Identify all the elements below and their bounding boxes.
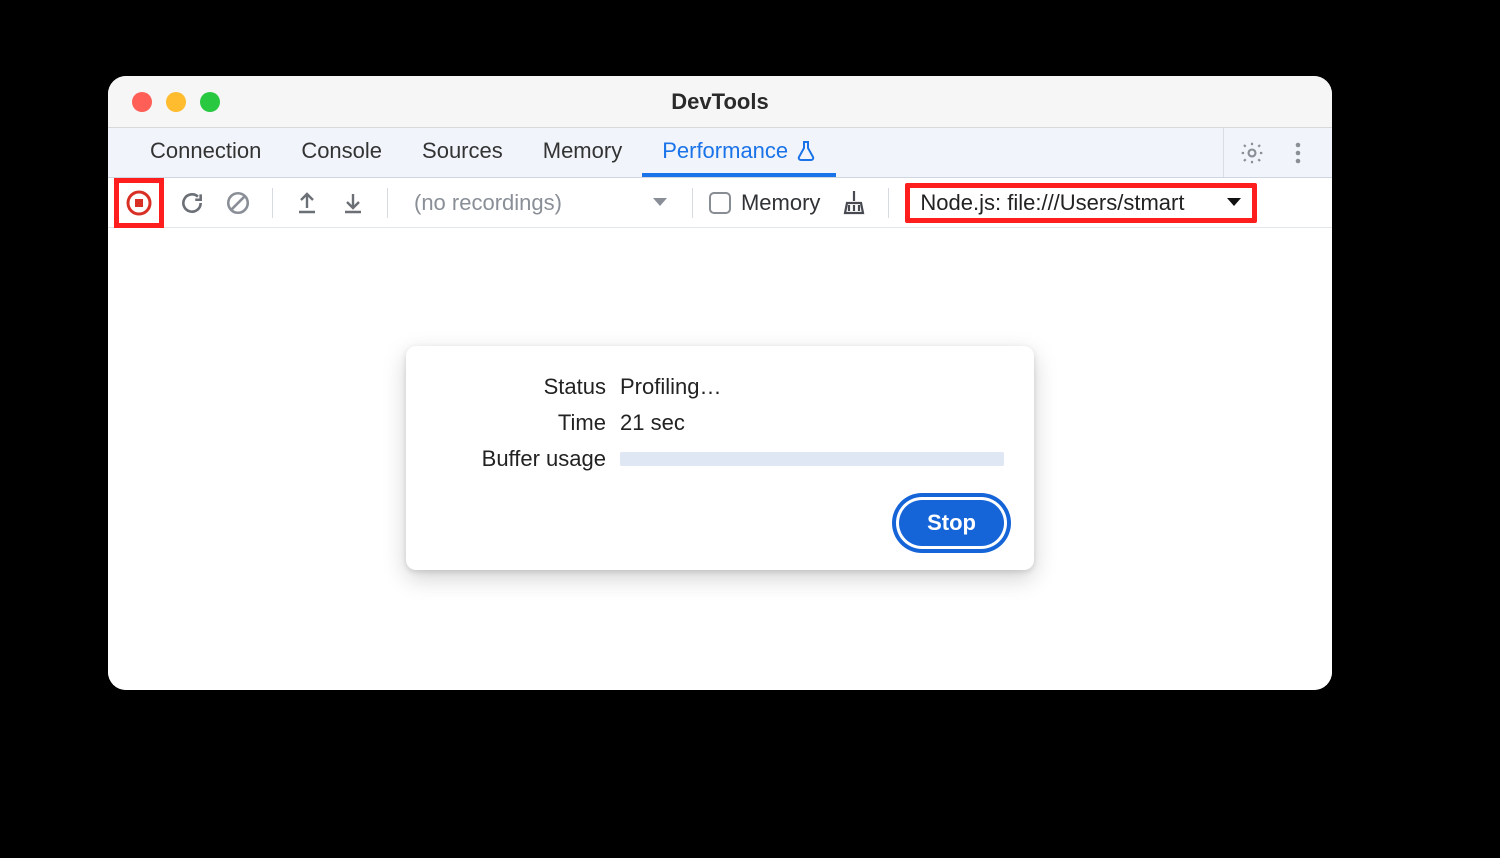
broom-icon — [841, 189, 867, 217]
profiling-panel: Status Profiling… Time 21 sec Buffer usa… — [406, 346, 1034, 570]
kebab-icon — [1294, 141, 1302, 165]
upload-icon — [295, 190, 319, 216]
clear-button[interactable] — [220, 185, 256, 221]
zoom-window-button[interactable] — [200, 92, 220, 112]
tab-label: Console — [301, 138, 382, 164]
no-entry-icon — [225, 190, 251, 216]
window-title: DevTools — [108, 89, 1332, 115]
record-button[interactable] — [121, 185, 157, 221]
tab-console[interactable]: Console — [281, 128, 402, 177]
tab-label: Sources — [422, 138, 503, 164]
gear-icon — [1239, 140, 1265, 166]
stop-button[interactable]: Stop — [899, 500, 1004, 546]
tab-connection[interactable]: Connection — [130, 128, 281, 177]
tabbar-right — [1223, 128, 1322, 177]
performance-content: Status Profiling… Time 21 sec Buffer usa… — [108, 228, 1332, 690]
tab-sources[interactable]: Sources — [402, 128, 523, 177]
target-selected-label: Node.js: file:///Users/stmart — [920, 190, 1184, 216]
tabbar: Connection Console Sources Memory Perfor… — [108, 128, 1332, 178]
close-window-button[interactable] — [132, 92, 152, 112]
traffic-lights — [108, 92, 220, 112]
garbage-collect-button[interactable] — [836, 185, 872, 221]
download-button[interactable] — [335, 185, 371, 221]
tab-label: Memory — [543, 138, 622, 164]
chevron-down-icon — [652, 197, 668, 209]
tab-label: Performance — [662, 138, 788, 164]
minimize-window-button[interactable] — [166, 92, 186, 112]
recordings-placeholder: (no recordings) — [414, 190, 562, 216]
devtools-window: DevTools Connection Console Sources Memo… — [108, 76, 1332, 690]
status-value: Profiling… — [620, 374, 1004, 400]
memory-label: Memory — [741, 190, 820, 216]
reload-button[interactable] — [174, 185, 210, 221]
more-button[interactable] — [1284, 139, 1312, 167]
memory-toggle[interactable]: Memory — [709, 190, 820, 216]
reload-icon — [179, 190, 205, 216]
settings-button[interactable] — [1238, 139, 1266, 167]
recordings-select[interactable]: (no recordings) — [404, 190, 676, 216]
titlebar: DevTools — [108, 76, 1332, 128]
status-label: Status — [436, 374, 606, 400]
flask-icon — [796, 140, 816, 162]
target-select[interactable]: Node.js: file:///Users/stmart — [905, 183, 1257, 223]
buffer-label: Buffer usage — [436, 446, 606, 472]
download-icon — [341, 190, 365, 216]
stop-record-icon — [125, 189, 153, 217]
highlight-record — [114, 178, 164, 228]
tab-performance[interactable]: Performance — [642, 128, 836, 177]
time-label: Time — [436, 410, 606, 436]
time-value: 21 sec — [620, 410, 1004, 436]
upload-button[interactable] — [289, 185, 325, 221]
checkbox-icon — [709, 192, 731, 214]
buffer-usage-bar — [620, 452, 1004, 466]
performance-toolbar: (no recordings) Memory Node.js: file:///… — [108, 178, 1332, 228]
tab-label: Connection — [150, 138, 261, 164]
tab-memory[interactable]: Memory — [523, 128, 642, 177]
chevron-down-icon — [1226, 197, 1242, 209]
